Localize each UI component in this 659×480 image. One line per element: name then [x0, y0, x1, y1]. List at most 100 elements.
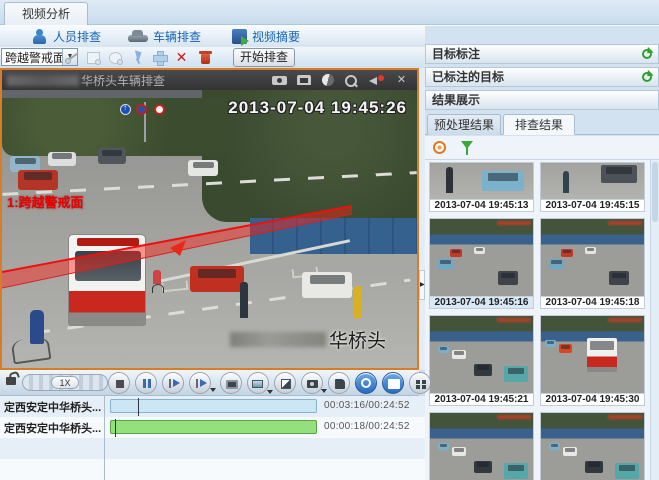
results-scrollbar[interactable]	[650, 160, 659, 480]
record-icon[interactable]	[297, 74, 312, 86]
result-thumbnail-image	[430, 316, 533, 393]
delete-region-button[interactable]: ✕	[173, 49, 190, 66]
result-timestamp: 2013-07-04 19:45:15	[541, 199, 644, 211]
step-forward-menu-button[interactable]	[189, 372, 211, 394]
speed-slider[interactable]: 1X	[22, 374, 108, 391]
thumb-timestamp-overlay	[608, 221, 642, 225]
tab-check-results[interactable]: 排查结果	[503, 114, 575, 135]
tab-video-analysis[interactable]: 视频分析	[4, 2, 88, 25]
speaker-muted-icon[interactable]	[369, 74, 384, 86]
export-clip-button[interactable]	[328, 372, 350, 394]
result-thumbnail-image	[541, 316, 644, 393]
results-tab-bar: 预处理结果 排查结果	[425, 112, 659, 135]
section-target-annotation[interactable]: 目标标注	[425, 44, 659, 64]
result-thumbnail[interactable]: 2013-07-04 19:45:21	[429, 315, 534, 406]
result-thumbnail[interactable]: 2013-07-04 19:45:16	[429, 218, 534, 309]
right-panel: 目标标注 已标注的目标 结果展示 预处理结果 排查结果 2013-07-04 1…	[425, 26, 659, 480]
refresh-icon[interactable]	[642, 49, 652, 59]
image-adjust-button[interactable]	[247, 372, 269, 394]
timeline-bar-green[interactable]	[110, 420, 317, 434]
refresh-icon[interactable]	[642, 72, 652, 82]
results-action-bar	[425, 136, 659, 160]
result-timestamp: 2013-07-04 19:45:30	[541, 393, 644, 405]
alarm-rule-label: 1:跨越警戒面	[7, 192, 84, 211]
timeline-row-time: 00:03:16/00:24:52	[324, 400, 410, 411]
select-tool[interactable]	[129, 49, 146, 66]
contrast-icon[interactable]	[322, 74, 334, 86]
video-summary-icon	[232, 29, 247, 44]
rule-type-value: 跨越警戒面	[2, 49, 62, 66]
result-timestamp: 2013-07-04 19:45:16	[430, 296, 533, 308]
result-timestamp: 2013-07-04 19:45:21	[430, 393, 533, 405]
timeline-row-empty	[0, 438, 425, 459]
results-grid: 2013-07-04 19:45:13 2013-07-04 19:45:15 …	[429, 162, 649, 480]
vehicle-check-button[interactable]: 车辆排查	[128, 26, 201, 46]
person-check-button[interactable]: 人员排查	[32, 26, 101, 46]
timeline-row-time: 00:00:18/00:24:52	[324, 421, 410, 432]
timeline-bar-blue[interactable]	[110, 399, 317, 413]
contrast-button[interactable]	[274, 372, 296, 394]
timeline-panel: 定西安定中华桥头... 00:03:16/00:24:52 定西安定中华桥头..…	[0, 396, 425, 480]
playhead[interactable]	[138, 398, 139, 416]
section-label: 结果展示	[432, 93, 480, 107]
stop-button[interactable]	[108, 372, 130, 394]
pause-button[interactable]	[135, 372, 157, 394]
video-summary-label: 视频摘要	[252, 28, 300, 45]
quad-view-button[interactable]	[409, 372, 431, 394]
camera-watermark: 华桥头	[230, 326, 386, 353]
result-thumbnail[interactable]	[429, 412, 534, 480]
section-annotated-targets[interactable]: 已标注的目标	[425, 67, 659, 87]
video-title-bar: 华桥头车辆排查 ✕	[2, 70, 417, 90]
result-thumbnail-image	[430, 413, 533, 480]
display-mode-button[interactable]	[220, 372, 242, 394]
result-thumbnail[interactable]	[540, 412, 645, 480]
thumb-timestamp-overlay	[497, 221, 531, 225]
result-thumbnail[interactable]: 2013-07-04 19:45:15	[540, 162, 645, 212]
trash-icon[interactable]	[197, 49, 214, 66]
result-thumbnail[interactable]: 2013-07-04 19:45:13	[429, 162, 534, 212]
section-result-display[interactable]: 结果展示	[425, 90, 659, 110]
playhead[interactable]	[115, 419, 116, 437]
draw-polygon-tool[interactable]	[107, 49, 124, 66]
filter-icon[interactable]	[461, 141, 473, 149]
results-area: 2013-07-04 19:45:13 2013-07-04 19:45:15 …	[425, 160, 659, 480]
vehicle-check-label: 车辆排查	[153, 28, 201, 45]
video-canvas[interactable]: 1:跨越警戒面 2013-07-04 19:45:26 华桥头	[2, 90, 417, 368]
censored-text-block	[7, 75, 79, 86]
person-check-label: 人员排查	[53, 28, 101, 45]
timeline-row-label: 定西安定中华桥头...	[4, 399, 102, 415]
video-title: 华桥头车辆排查	[81, 72, 165, 89]
result-thumbnail-image	[430, 219, 533, 296]
video-summary-button[interactable]: 视频摘要	[232, 26, 300, 46]
snapshot-menu-button[interactable]	[301, 372, 323, 394]
tab-preprocess-results[interactable]: 预处理结果	[427, 114, 501, 135]
add-region-tool[interactable]	[151, 49, 168, 66]
close-icon[interactable]: ✕	[394, 74, 409, 86]
result-thumbnail-image	[541, 219, 644, 296]
result-thumbnail-image	[430, 163, 533, 199]
video-toolbar-icons: ✕	[272, 74, 417, 86]
result-thumbnail[interactable]: 2013-07-04 19:45:18	[540, 218, 645, 309]
zoom-icon[interactable]	[344, 74, 359, 86]
scrollbar-thumb[interactable]	[652, 162, 658, 222]
step-forward-button[interactable]	[162, 372, 184, 394]
tab-bar: 视频分析	[0, 0, 659, 25]
audio-toggle-button[interactable]	[355, 372, 377, 394]
thumb-timestamp-overlay	[497, 318, 531, 322]
section-label: 已标注的目标	[432, 70, 504, 84]
section-label: 目标标注	[432, 47, 480, 61]
start-check-button[interactable]: 开始排查	[233, 48, 295, 67]
thumb-timestamp-overlay	[608, 415, 642, 419]
target-locate-icon[interactable]	[433, 141, 446, 154]
result-thumbnail-image	[541, 163, 644, 199]
timeline-row-empty	[0, 459, 425, 480]
draw-line-tool[interactable]	[64, 49, 81, 66]
playback-control-bar: 1X	[0, 370, 419, 396]
result-thumbnail[interactable]: 2013-07-04 19:45:30	[540, 315, 645, 406]
snapshot-icon[interactable]	[272, 74, 287, 86]
timeline-row[interactable]: 定西安定中华桥头... 00:03:16/00:24:52	[0, 396, 425, 417]
draw-rectangle-tool[interactable]	[85, 49, 102, 66]
timeline-row[interactable]: 定西安定中华桥头... 00:00:18/00:24:52	[0, 417, 425, 438]
single-view-button[interactable]	[382, 372, 404, 394]
lock-icon[interactable]	[6, 377, 16, 385]
